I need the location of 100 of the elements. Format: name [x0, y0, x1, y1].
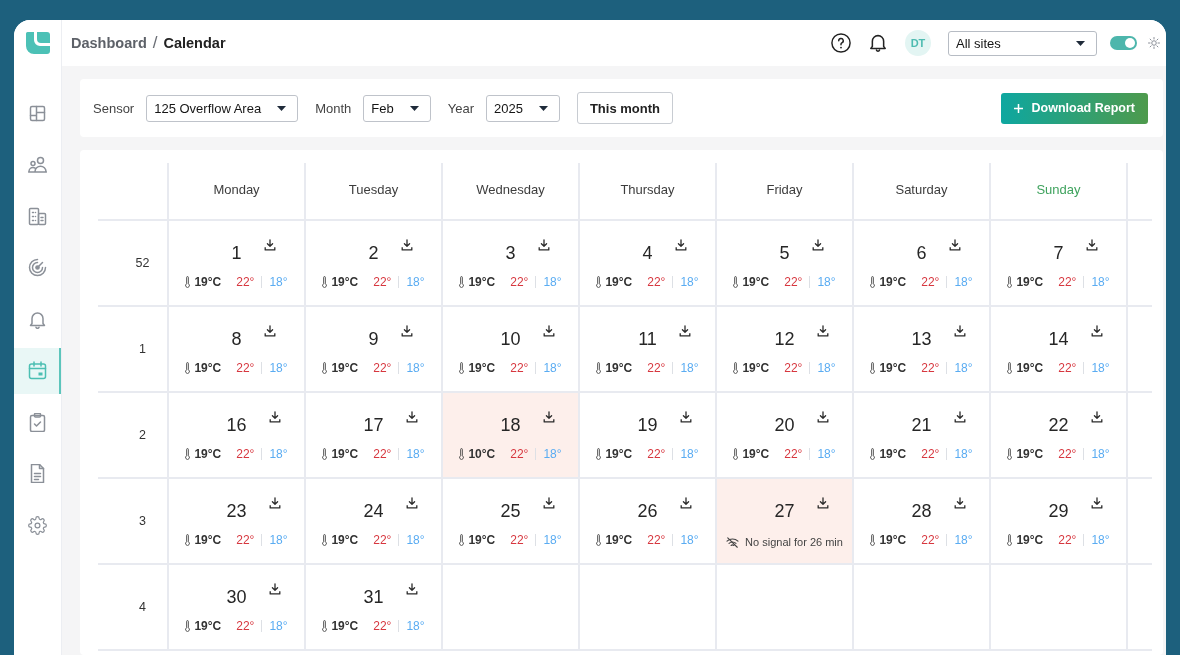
current-temperature: 19°C — [331, 619, 359, 633]
day-number: 25 — [500, 500, 521, 523]
high-temperature: 22° — [510, 275, 529, 289]
low-temperature: 18° — [406, 533, 425, 547]
download-icon[interactable] — [268, 411, 281, 423]
week-number: 1 — [139, 342, 146, 356]
current-temperature: 19°C — [331, 533, 359, 547]
download-icon[interactable] — [1090, 325, 1103, 337]
low-temperature: 18° — [954, 447, 973, 461]
download-icon[interactable] — [268, 583, 281, 595]
download-icon[interactable] — [268, 497, 281, 509]
day-number: 12 — [774, 328, 795, 351]
download-icon[interactable] — [537, 239, 550, 251]
day-number: 20 — [774, 414, 795, 437]
download-icon[interactable] — [405, 583, 418, 595]
current-temperature: 19°C — [879, 533, 907, 547]
low-temperature: 18° — [954, 361, 973, 375]
high-temperature: 22° — [373, 533, 392, 547]
download-icon[interactable] — [816, 497, 829, 509]
buildings-icon — [28, 206, 47, 226]
high-temperature: 22° — [647, 275, 666, 289]
download-icon[interactable] — [1090, 497, 1103, 509]
high-temperature: 22° — [236, 275, 255, 289]
low-temperature: 18° — [1091, 447, 1110, 461]
help-icon[interactable] — [831, 33, 851, 53]
week-number: 3 — [139, 514, 146, 528]
week-number: 2 — [139, 428, 146, 442]
filter-select[interactable]: 125 Overflow Area — [146, 94, 299, 122]
column-header: Tuesday — [306, 163, 443, 221]
thermometer-icon — [596, 534, 602, 546]
day-number: 19 — [637, 414, 658, 437]
calendar-icon — [28, 361, 47, 380]
current-temperature: 19°C — [742, 275, 770, 289]
download-icon[interactable] — [542, 325, 555, 337]
download-icon[interactable] — [400, 325, 413, 337]
low-temperature: 18° — [1091, 361, 1110, 375]
high-temperature: 22° — [921, 447, 940, 461]
this-month-button[interactable]: This month — [576, 92, 673, 124]
breadcrumb-current: Calendar — [163, 35, 226, 51]
site-select[interactable]: All sites — [948, 30, 1097, 56]
current-temperature: 19°C — [331, 361, 359, 375]
download-icon[interactable] — [678, 325, 691, 337]
download-icon[interactable] — [948, 239, 961, 251]
download-icon[interactable] — [953, 411, 966, 423]
current-temperature: 19°C — [331, 447, 359, 461]
current-temperature: 19°C — [194, 533, 222, 547]
thermometer-icon — [459, 534, 465, 546]
thermometer-icon — [870, 276, 876, 288]
current-temperature: 19°C — [468, 361, 496, 375]
low-temperature: 18° — [406, 275, 425, 289]
current-temperature: 19°C — [468, 275, 496, 289]
download-icon[interactable] — [679, 411, 692, 423]
low-temperature: 18° — [543, 361, 562, 375]
filter-select[interactable]: Feb — [363, 94, 431, 122]
thermometer-icon — [733, 362, 739, 374]
download-icon[interactable] — [263, 325, 276, 337]
day-number: 18 — [500, 414, 521, 437]
column-header: Saturday — [854, 163, 991, 221]
day-number: 11 — [638, 328, 657, 351]
current-temperature: 19°C — [605, 533, 633, 547]
download-icon[interactable] — [816, 325, 829, 337]
thermometer-icon — [733, 448, 739, 460]
day-number: 9 — [368, 328, 379, 351]
column-header: Sunday — [991, 163, 1128, 221]
theme-toggle[interactable] — [1110, 36, 1137, 50]
download-icon[interactable] — [542, 497, 555, 509]
download-icon[interactable] — [405, 497, 418, 509]
download-icon[interactable] — [953, 497, 966, 509]
low-temperature: 18° — [680, 275, 699, 289]
day-number: 16 — [226, 414, 247, 437]
low-temperature: 18° — [406, 447, 425, 461]
bell-icon[interactable] — [870, 34, 886, 52]
download-icon[interactable] — [542, 411, 555, 423]
filter-label: Year — [447, 100, 474, 116]
download-icon[interactable] — [811, 239, 824, 251]
low-temperature: 18° — [269, 619, 288, 633]
download-icon[interactable] — [953, 325, 966, 337]
low-temperature: 18° — [817, 447, 836, 461]
current-temperature: 19°C — [1016, 275, 1044, 289]
high-temperature: 22° — [236, 533, 255, 547]
download-icon[interactable] — [679, 497, 692, 509]
layout-icon — [28, 103, 47, 123]
clipboard-check-icon — [28, 412, 47, 432]
download-icon[interactable] — [1090, 411, 1103, 423]
low-temperature: 18° — [406, 619, 425, 633]
breadcrumb-link[interactable]: Dashboard — [71, 35, 147, 51]
current-temperature: 10°C — [468, 447, 496, 461]
download-icon[interactable] — [816, 411, 829, 423]
high-temperature: 22° — [373, 619, 392, 633]
download-icon[interactable] — [263, 239, 276, 251]
thermometer-icon — [185, 534, 191, 546]
download-icon[interactable] — [400, 239, 413, 251]
low-temperature: 18° — [954, 533, 973, 547]
filter-select[interactable]: 2025 — [486, 94, 560, 122]
day-number: 23 — [226, 500, 247, 523]
download-icon[interactable] — [674, 239, 687, 251]
download-icon[interactable] — [405, 411, 418, 423]
download-icon[interactable] — [1085, 239, 1098, 251]
breadcrumb-separator: / — [152, 33, 158, 53]
thermometer-icon — [1007, 448, 1013, 460]
